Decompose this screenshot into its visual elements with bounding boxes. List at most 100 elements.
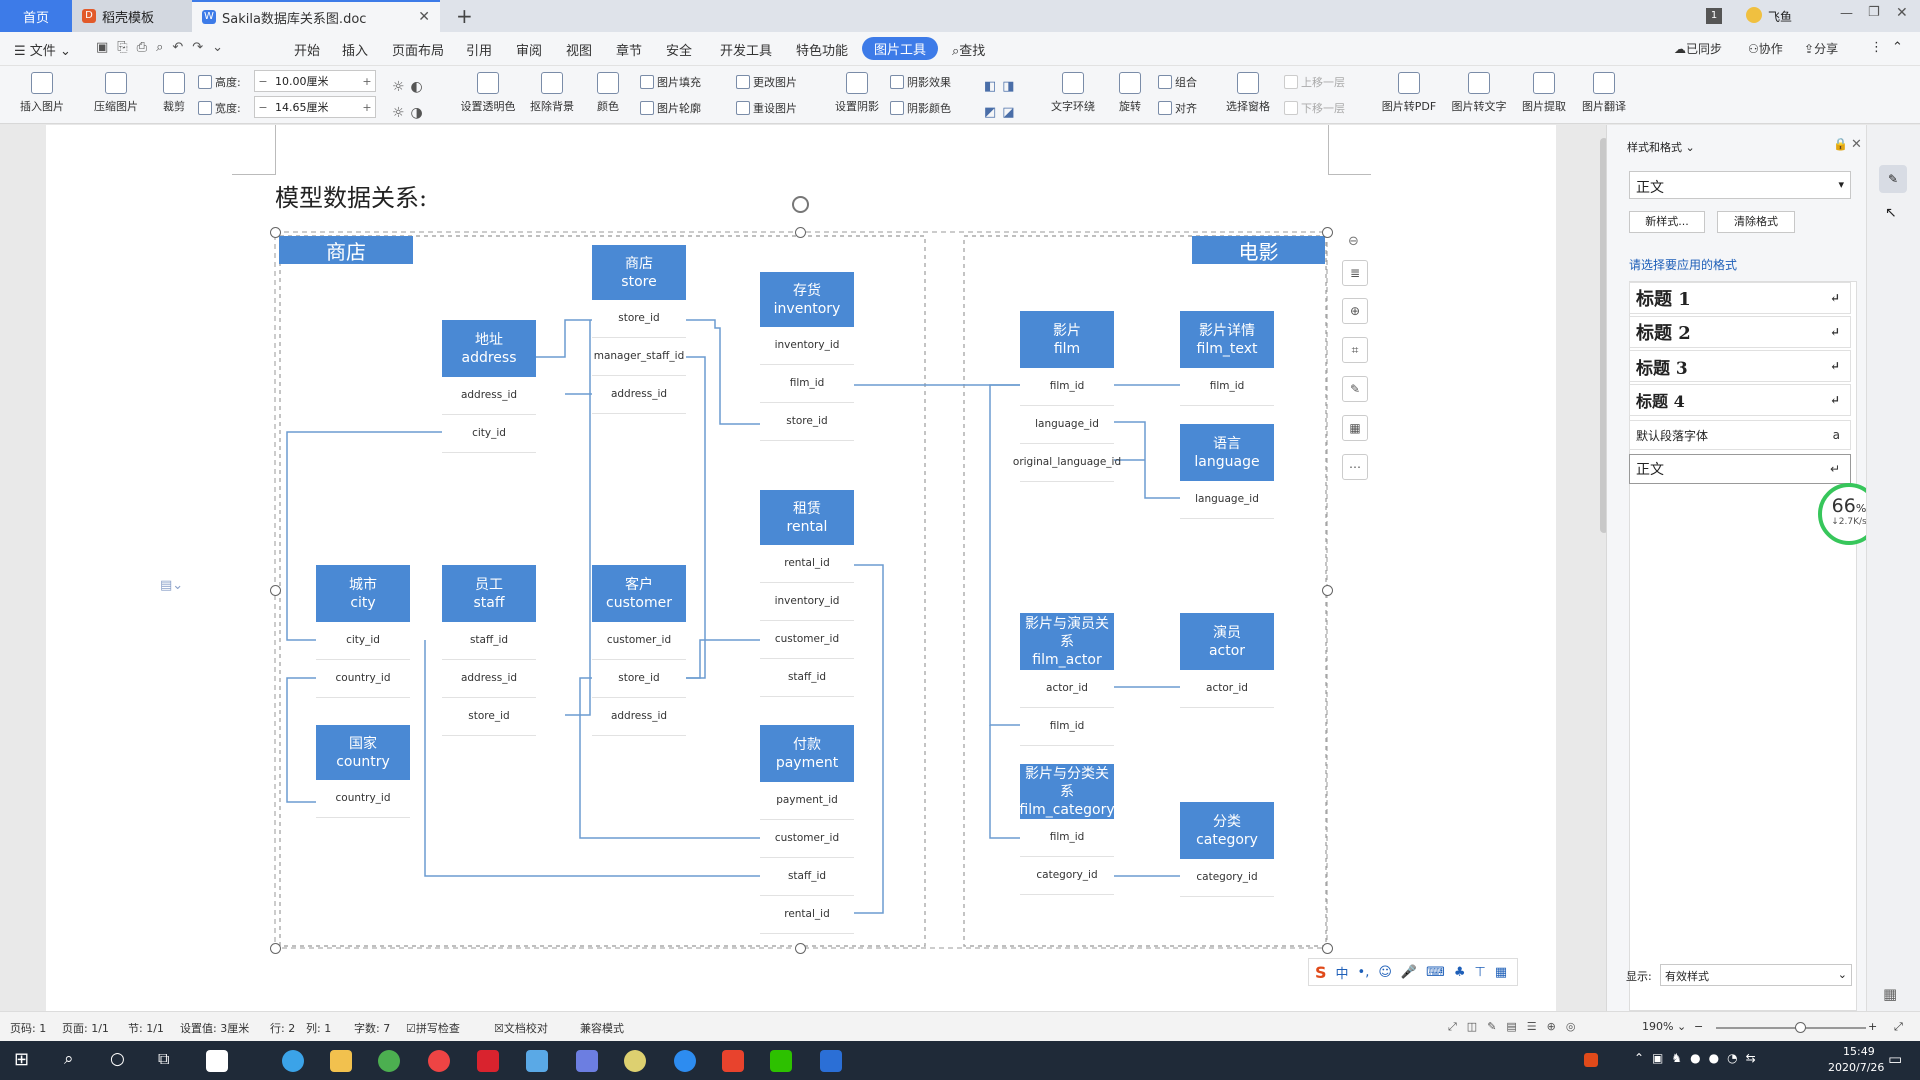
clear-format-button[interactable]: 清除格式 (1717, 211, 1795, 233)
sync-status[interactable]: ☁已同步 (1674, 40, 1722, 57)
status-col[interactable]: 列: 1 (306, 1020, 331, 1036)
width-decrease[interactable]: − (255, 101, 271, 114)
new-tab-button[interactable]: + (456, 4, 473, 28)
height-increase[interactable]: + (359, 75, 375, 88)
lock-icon[interactable]: 🔒 (1833, 137, 1848, 151)
menu-security[interactable]: 安全 (666, 40, 692, 59)
new-style-button[interactable]: 新样式... (1629, 211, 1705, 233)
text-wrap-button[interactable]: 文字环绕 (1044, 72, 1102, 114)
extract-float-icon[interactable]: ▦ (1342, 415, 1368, 441)
chrome-icon[interactable] (428, 1050, 450, 1072)
zoom-in-button[interactable]: + (1868, 1020, 1877, 1033)
remove-background-button[interactable]: 抠除背景 (522, 72, 582, 114)
menu-picture-tools[interactable]: 图片工具 (862, 37, 939, 60)
width-stepper[interactable]: −14.65厘米 + (254, 96, 376, 118)
avatar[interactable] (1746, 7, 1762, 23)
style-default-font[interactable]: 默认段落字体 a (1629, 420, 1851, 450)
wechat-icon[interactable] (770, 1050, 792, 1072)
crop-float-icon[interactable]: ⌗ (1342, 337, 1368, 363)
style-body[interactable]: 正文 ↵ (1629, 454, 1851, 484)
picture-fill-button[interactable]: 图片填充 (640, 74, 701, 90)
ime-toolbar[interactable]: S 中 •, ☺ 🎤 ⌨ ♣ ⊤ ▦ (1308, 958, 1518, 986)
menu-reference[interactable]: 引用 (466, 40, 492, 59)
spell-check-toggle[interactable]: ☑拼写检查 (406, 1020, 460, 1036)
emoji-icon[interactable]: ☺ (1378, 965, 1392, 980)
status-setting[interactable]: 设置值: 3厘米 (180, 1020, 249, 1036)
shadow-nudge-buttons[interactable]: ◧◨ ◩◪ (984, 74, 1021, 126)
style-heading-4[interactable]: 标题 4 ↵ (1629, 384, 1851, 416)
clock-time[interactable]: 15:49 (1843, 1045, 1875, 1058)
picture-to-pdf-button[interactable]: 图片转PDF (1378, 72, 1440, 114)
picture-extract-button[interactable]: 图片提取 (1518, 72, 1570, 114)
fit-page-icon[interactable]: ⤢ (1894, 1020, 1903, 1034)
zoom-out-icon[interactable]: ⊖ (1348, 234, 1359, 249)
close-pane-icon[interactable]: ✕ (1851, 137, 1862, 152)
clock-date[interactable]: 2020/7/26 (1828, 1061, 1884, 1074)
maximize-icon[interactable]: ❐ (1868, 5, 1880, 20)
picture-translate-button[interactable]: 图片翻译 (1578, 72, 1630, 114)
reset-picture-button[interactable]: 重设图片 (736, 100, 797, 116)
document-page[interactable] (46, 125, 1556, 1011)
window-count-badge[interactable]: 1 (1706, 8, 1722, 24)
menu-review[interactable]: 审阅 (516, 40, 542, 59)
file-explorer-icon[interactable] (330, 1050, 352, 1072)
set-transparent-button[interactable]: 设置透明色 (452, 72, 524, 114)
app-pinwheel-icon[interactable] (206, 1050, 228, 1072)
grid-icon[interactable]: ▦ (1495, 965, 1507, 980)
menu-home[interactable]: 开始 (294, 40, 320, 59)
shadow-color-button[interactable]: 阴影颜色 (890, 100, 951, 116)
collapse-ribbon-icon[interactable]: ⌃ (1892, 40, 1903, 55)
tray-sogou-icon[interactable] (1584, 1053, 1598, 1067)
zoom-out-button[interactable]: − (1694, 1020, 1703, 1033)
app-browser-icon[interactable] (282, 1050, 304, 1072)
menu-devtools[interactable]: 开发工具 (720, 40, 772, 59)
send-backward-button[interactable]: 下移一层 (1284, 100, 1345, 116)
menu-search[interactable]: ⌕查找 (952, 40, 985, 59)
change-picture-button[interactable]: 更改图片 (736, 74, 797, 90)
crop-button[interactable]: 裁剪 (156, 72, 192, 114)
zoom-slider-thumb[interactable] (1795, 1022, 1806, 1033)
tray-icons[interactable]: ⌃▣♞●●◔⇆ (1634, 1051, 1764, 1065)
rotate-button[interactable]: 旋转 (1110, 72, 1150, 114)
quick-access-toolbar[interactable]: ▣⎘⎙⌕↶↷⌄ (96, 40, 232, 55)
menu-file[interactable]: ☰ 文件 ⌄ (14, 40, 71, 59)
app-pdf-icon[interactable] (477, 1050, 499, 1072)
brightness-contrast-buttons[interactable]: ☼◐ ☼◑ (392, 74, 429, 126)
collab-button[interactable]: ⚇协作 (1748, 40, 1783, 57)
height-decrease[interactable]: − (255, 75, 271, 88)
width-increase[interactable]: + (359, 101, 375, 114)
app-360-icon[interactable] (378, 1050, 400, 1072)
tab-home[interactable]: 首页 (0, 0, 72, 32)
menu-chapter[interactable]: 章节 (616, 40, 642, 59)
share-button[interactable]: ⇪分享 (1804, 40, 1838, 57)
close-tab-icon[interactable]: ✕ (418, 9, 430, 25)
zoom-preview-icon[interactable]: ⊕ (1342, 298, 1368, 324)
status-page[interactable]: 页码: 1 (10, 1020, 46, 1036)
pen-icon[interactable]: ✎ (1879, 165, 1907, 193)
windows-start-icon[interactable]: ⊞ (14, 1049, 29, 1070)
minimize-icon[interactable]: — (1840, 6, 1853, 21)
compress-picture-button[interactable]: 压缩图片 (86, 72, 146, 114)
status-section[interactable]: 节: 1/1 (128, 1020, 164, 1036)
edit-float-icon[interactable]: ✎ (1342, 376, 1368, 402)
taskbar-search-icon[interactable]: ⌕ (64, 1049, 74, 1069)
keyboard-icon[interactable]: ⌨ (1426, 965, 1445, 980)
tab-document[interactable]: W Sakila数据库关系图.doc ✕ (192, 0, 440, 32)
app-python-icon[interactable] (624, 1050, 646, 1072)
zoom-slider[interactable] (1716, 1027, 1866, 1029)
shirt-icon[interactable]: ⊤ (1475, 965, 1486, 980)
tab-template[interactable]: D 稻壳模板 (72, 0, 192, 32)
pointer-icon[interactable]: ↖ (1885, 205, 1897, 221)
style-heading-1[interactable]: 标题 1 ↵ (1629, 282, 1851, 314)
more-icon[interactable]: ⋮ (1870, 40, 1883, 55)
app-meeting-icon[interactable] (674, 1050, 696, 1072)
document-heading[interactable]: 模型数据关系: (275, 178, 427, 213)
close-window-icon[interactable]: ✕ (1896, 5, 1908, 21)
more-float-icon[interactable]: ⋯ (1342, 454, 1368, 480)
height-stepper[interactable]: −10.00厘米 + (254, 70, 376, 92)
zoom-level[interactable]: 190% ⌄ (1642, 1020, 1686, 1033)
user-name[interactable]: 飞鱼 (1768, 8, 1792, 25)
status-pages[interactable]: 页面: 1/1 (62, 1020, 109, 1036)
skin-icon[interactable]: ♣ (1454, 965, 1466, 980)
app-notes-icon[interactable] (526, 1050, 548, 1072)
